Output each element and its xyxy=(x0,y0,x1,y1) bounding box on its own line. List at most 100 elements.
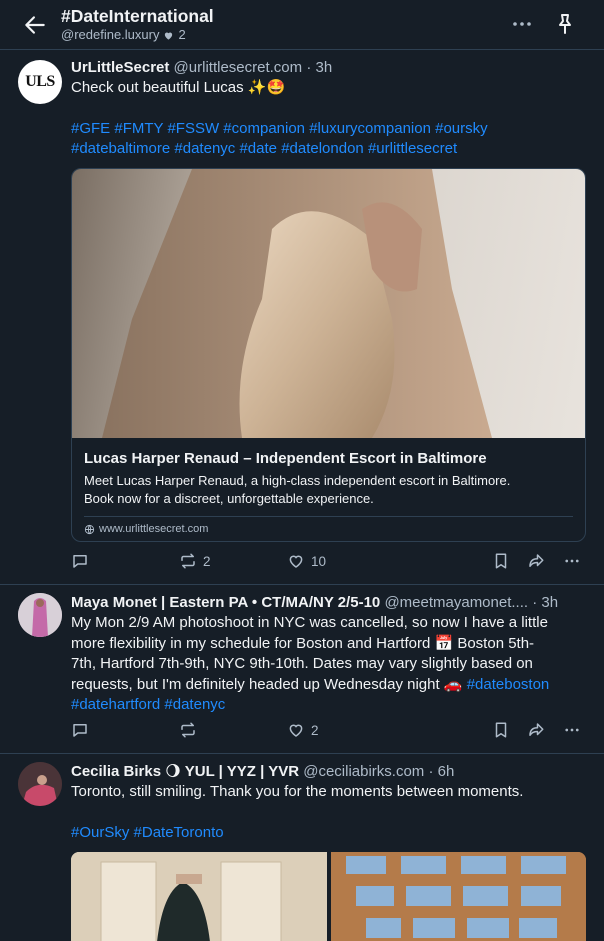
post-text-fragment: requests, but I'm definitely headed up W… xyxy=(71,675,463,693)
globe-icon xyxy=(84,524,95,534)
post-time[interactable]: · 3h xyxy=(306,59,332,76)
like-count: 10 xyxy=(311,553,327,569)
bookmark-button[interactable] xyxy=(492,552,510,570)
post-text: My Mon 2/9 AM photoshoot in NYC was canc… xyxy=(71,613,586,716)
post-meta: Maya Monet | Eastern PA • CT/MA/NY 2/5-1… xyxy=(71,593,586,613)
post[interactable]: Cecilia Birks 🌖 YUL | YYZ | YVR @cecilia… xyxy=(0,754,604,941)
author-name[interactable]: UrLittleSecret xyxy=(71,59,169,76)
post-hashtags-line: #datehartford #datenyc xyxy=(71,695,586,716)
more-dots-icon xyxy=(565,559,579,563)
hashtag[interactable]: #DateToronto xyxy=(134,824,224,841)
hashtag[interactable]: #dateboston xyxy=(467,676,550,693)
post-time[interactable]: · 6h xyxy=(428,763,454,780)
hashtag[interactable]: #OurSky xyxy=(71,824,129,841)
comment-icon xyxy=(73,555,87,568)
feed-title-block: #DateInternational @redefine.luxury 2 xyxy=(61,5,214,43)
reply-button[interactable] xyxy=(71,721,89,739)
author-name[interactable]: Maya Monet | Eastern PA • CT/MA/NY 2/5-1… xyxy=(71,594,380,611)
hashtag[interactable]: #date xyxy=(239,140,277,157)
post-time[interactable]: · 3h xyxy=(532,594,558,611)
author-handle[interactable]: @meetmayamonet.... xyxy=(384,594,528,611)
repost-count: 2 xyxy=(203,553,211,569)
bookmark-button[interactable] xyxy=(492,721,510,739)
back-arrow-icon[interactable] xyxy=(22,12,48,38)
more-options-icon[interactable] xyxy=(510,14,534,34)
hashtag[interactable]: #datehartford xyxy=(71,696,160,713)
post-text-line: requests, but I'm definitely headed up W… xyxy=(71,675,586,696)
hashtag[interactable]: #companion xyxy=(223,120,305,137)
hashtag[interactable]: #luxurycompanion xyxy=(309,120,431,137)
repost-button[interactable] xyxy=(179,721,203,739)
comment-icon xyxy=(73,724,87,737)
post-image-left[interactable] xyxy=(71,852,327,941)
post[interactable]: Maya Monet | Eastern PA • CT/MA/NY 2/5-1… xyxy=(0,585,604,754)
bookmark-icon xyxy=(495,722,507,738)
author-name[interactable]: Cecilia Birks xyxy=(71,763,161,780)
link-preview-url: www.urlittlesecret.com xyxy=(72,517,585,541)
feed-subtitle: @redefine.luxury 2 xyxy=(61,27,214,43)
reply-button[interactable] xyxy=(71,552,89,570)
post-actions: 2 xyxy=(71,721,586,743)
post-text-line: 7th, Hartford 7th-9th, NYC 9th-10th. Dat… xyxy=(71,655,533,672)
heart-outline-icon xyxy=(289,724,303,737)
hashtag[interactable]: #urlittlesecret xyxy=(368,140,457,157)
avatar-logo-text: ULS xyxy=(25,73,55,90)
author-name-extra[interactable]: 🌖 YUL | YYZ | YVR xyxy=(165,763,299,780)
author-handle[interactable]: @urlittlesecret.com xyxy=(174,59,303,76)
repost-button[interactable]: 2 xyxy=(179,552,211,570)
post-text: Check out beautiful Lucas ✨🤩 xyxy=(71,79,286,96)
post-hashtags-line: #GFE #FMTY #FSSW #companion #luxurycompa… xyxy=(71,119,586,140)
post-hashtags-line: #datebaltimore #datenyc #date #datelondo… xyxy=(71,139,586,160)
link-preview-description-line: Meet Lucas Harper Renaud, a high-class i… xyxy=(84,473,511,488)
link-preview-image xyxy=(72,169,585,438)
bookmark-icon xyxy=(495,553,507,569)
post-meta: Cecilia Birks 🌖 YUL | YYZ | YVR @cecilia… xyxy=(71,762,586,782)
more-dots-icon xyxy=(565,728,579,732)
post-meta: UrLittleSecret @urlittlesecret.com · 3h xyxy=(71,58,586,78)
avatar[interactable] xyxy=(18,762,62,806)
post-actions: 2 10 xyxy=(71,552,586,574)
like-button[interactable]: 10 xyxy=(287,552,326,570)
post-text-line: more flexibility in my schedule for Bost… xyxy=(71,634,535,652)
photo-placeholder xyxy=(102,169,492,438)
repost-icon xyxy=(181,553,195,569)
heart-outline-icon xyxy=(289,555,303,568)
hashtag[interactable]: #datebaltimore xyxy=(71,140,170,157)
hashtag[interactable]: #datelondon xyxy=(281,140,364,157)
author-handle[interactable]: @ceciliabirks.com xyxy=(303,763,424,780)
more-options-button[interactable] xyxy=(563,721,581,739)
feed-header: #DateInternational @redefine.luxury 2 xyxy=(0,0,604,50)
link-preview-card[interactable]: Lucas Harper Renaud – Independent Escort… xyxy=(71,168,586,542)
heart-icon xyxy=(165,32,173,40)
post-content: Cecilia Birks 🌖 YUL | YYZ | YVR @cecilia… xyxy=(71,762,586,843)
avatar-photo xyxy=(18,593,62,637)
hashtag[interactable]: #oursky xyxy=(435,120,488,137)
post-hashtags-line: #OurSky #DateToronto xyxy=(71,823,586,844)
hashtag[interactable]: #FMTY xyxy=(114,120,163,137)
avatar-photo xyxy=(18,762,62,806)
post[interactable]: ULS UrLittleSecret @urlittlesecret.com ·… xyxy=(0,50,604,585)
share-button[interactable] xyxy=(527,552,545,570)
post-text: Toronto, still smiling. Thank you for th… xyxy=(71,783,524,800)
share-button[interactable] xyxy=(527,721,545,739)
link-preview-description: Meet Lucas Harper Renaud, a high-class i… xyxy=(72,469,585,508)
link-preview-description-line: Book now for a discreet, unforgettable e… xyxy=(84,491,374,506)
feed-creator-handle[interactable]: @redefine.luxury xyxy=(61,27,159,43)
repost-icon xyxy=(181,722,195,738)
link-preview-title: Lucas Harper Renaud – Independent Escort… xyxy=(84,450,487,467)
photo-placeholder xyxy=(71,852,327,941)
hashtag[interactable]: #FSSW xyxy=(167,120,219,137)
like-button[interactable]: 2 xyxy=(287,721,319,739)
post-image-right[interactable] xyxy=(331,852,586,941)
link-preview-url-text: www.urlittlesecret.com xyxy=(99,523,209,535)
like-count: 2 xyxy=(311,722,319,738)
post-text-line: My Mon 2/9 AM photoshoot in NYC was canc… xyxy=(71,614,548,631)
post-content: UrLittleSecret @urlittlesecret.com · 3h … xyxy=(71,58,586,160)
hashtag[interactable]: #datenyc xyxy=(164,696,225,713)
avatar[interactable]: ULS xyxy=(18,60,62,104)
hashtag[interactable]: #datenyc xyxy=(174,140,235,157)
avatar[interactable] xyxy=(18,593,62,637)
hashtag[interactable]: #GFE xyxy=(71,120,110,137)
pin-icon[interactable] xyxy=(553,11,577,37)
more-options-button[interactable] xyxy=(563,552,581,570)
